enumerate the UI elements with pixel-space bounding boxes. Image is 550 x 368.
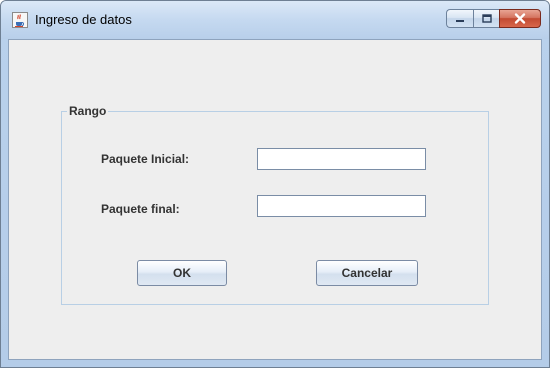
dialog-content: Rango Paquete Inicial: Paquete final: OK… <box>8 39 542 360</box>
ok-button[interactable]: OK <box>137 260 227 286</box>
window-title: Ingreso de datos <box>35 12 132 27</box>
title-bar[interactable]: Ingreso de datos <box>1 1 549 39</box>
maximize-icon <box>481 14 492 23</box>
final-packet-input[interactable] <box>257 195 426 217</box>
close-button[interactable] <box>499 9 541 28</box>
dialog-window: Ingreso de datos Rango Paquete Inicial: … <box>0 0 550 368</box>
final-packet-label: Paquete final: <box>101 202 180 216</box>
initial-packet-label: Paquete Inicial: <box>101 152 190 166</box>
range-group-title: Rango <box>67 103 109 119</box>
minimize-button[interactable] <box>446 9 473 28</box>
minimize-icon <box>456 19 464 22</box>
cancel-button[interactable]: Cancelar <box>316 260 418 286</box>
window-controls <box>446 9 541 28</box>
java-cup-icon <box>12 12 28 28</box>
maximize-button[interactable] <box>473 9 499 28</box>
close-icon <box>514 13 526 24</box>
initial-packet-input[interactable] <box>257 148 426 170</box>
